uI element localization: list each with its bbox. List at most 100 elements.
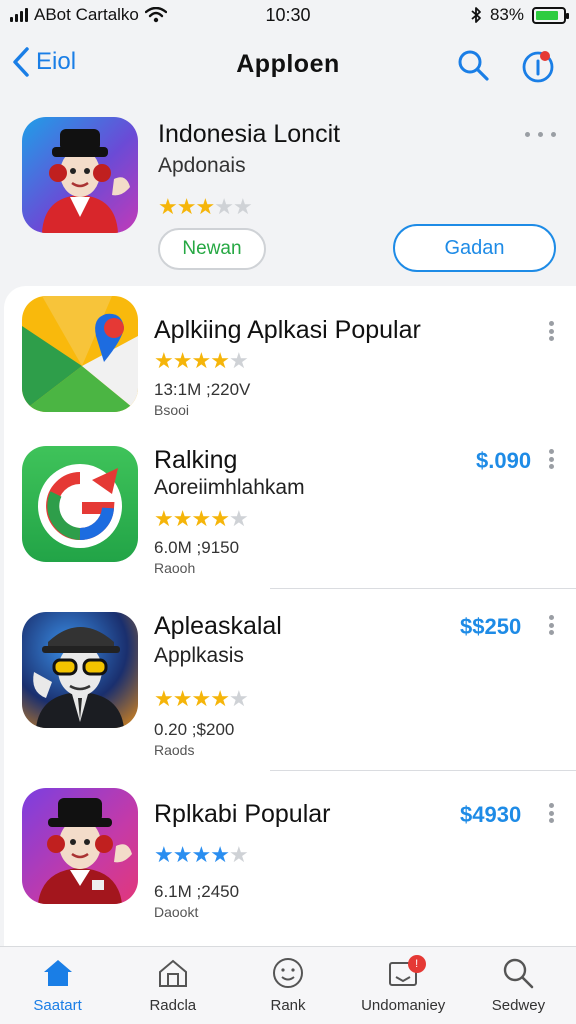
app-category: Raods — [154, 742, 195, 758]
app-stats: 0.20 ;$200 — [154, 720, 235, 739]
star-filled-icon: ★ — [191, 686, 211, 711]
list-item[interactable]: Apleaskalal Applkasis $$250 ★ ★ ★ ★ ★ 0.20 ;… — [4, 604, 576, 774]
tab-updates[interactable]: ! Undomaniey — [346, 947, 461, 1024]
app-subtitle: Aoreiimhlahkam — [154, 476, 305, 499]
smiley-icon — [273, 958, 303, 988]
app-price: $4930 — [460, 802, 522, 827]
star-filled-icon: ★ — [191, 348, 211, 373]
info-alert-icon[interactable] — [520, 48, 556, 84]
more-options-icon[interactable] — [544, 798, 558, 828]
star-filled-icon: ★ — [172, 686, 193, 711]
back-button[interactable]: Eiol — [12, 46, 76, 78]
search-icon[interactable] — [456, 48, 490, 82]
list-item[interactable]: Aplkiing Aplkasi Popular ★ ★ ★ ★ ★ 13:1M ;22… — [4, 286, 576, 426]
popular-apps-list: Aplkiing Aplkasi Popular ★ ★ ★ ★ ★ 13:1M ;22… — [4, 286, 576, 946]
tab-bar: Saatart Radcla Rank ! Undomaniey Sedwey — [0, 946, 576, 1024]
app-price: $$250 — [460, 614, 522, 639]
more-options-icon[interactable] — [544, 444, 558, 474]
star-empty-icon: ★ — [214, 194, 234, 219]
star-filled-icon: ★ — [172, 348, 193, 373]
rating-stars: ★ ★ ★ ★ ★ — [154, 506, 249, 531]
section-title: Aplkiing Aplkasi Popular — [154, 316, 421, 344]
star-filled-icon: ★ — [158, 194, 178, 219]
search-icon — [504, 958, 534, 989]
get-button[interactable]: Gadan — [393, 224, 556, 272]
star-empty-icon: ★ — [228, 842, 249, 867]
app-stats: 6.1M ;2450 — [154, 882, 240, 901]
status-left: ABot Cartalko — [10, 5, 167, 25]
tab-label: Undomaniey — [361, 997, 446, 1014]
app-category: Daookt — [154, 904, 199, 920]
list-item[interactable]: Ralking Aoreiimhlahkam $.090 ★ ★ ★ ★ ★ 6.0M … — [4, 436, 576, 586]
signal-icon — [10, 8, 28, 22]
chevron-left-icon — [13, 47, 29, 77]
app-category: Raooh — [154, 560, 196, 576]
tab-label: Radcla — [149, 997, 197, 1014]
star-empty-icon: ★ — [228, 348, 249, 373]
app-price: $.090 — [476, 448, 532, 473]
maps-app-icon — [22, 296, 138, 412]
app-stats: 6.0M ;9150 — [154, 538, 240, 557]
star-filled-icon: ★ — [210, 842, 230, 867]
rating-stars: ★ ★ ★ ★ ★ — [154, 842, 249, 867]
star-filled-icon: ★ — [154, 506, 174, 531]
featured-app-icon[interactable] — [22, 117, 138, 233]
app-title: Rplkabi Popular — [154, 800, 331, 828]
app-title: Ralking — [154, 446, 238, 474]
ralking-app-icon — [22, 446, 138, 562]
nav-bar: Eiol Apploen — [0, 36, 576, 94]
character-icon — [38, 798, 132, 904]
star-empty-icon: ★ — [228, 686, 249, 711]
star-filled-icon: ★ — [210, 686, 230, 711]
battery-icon — [532, 6, 569, 24]
star-filled-icon: ★ — [191, 506, 211, 531]
star-empty-icon: ★ — [228, 506, 249, 531]
star-empty-icon: ★ — [232, 194, 253, 219]
list-item[interactable]: Rplkabi Popular $4930 ★ ★ ★ ★ ★ 6.1M ;2450 D… — [4, 784, 576, 944]
more-options-icon[interactable] — [544, 316, 558, 346]
star-filled-icon: ★ — [191, 842, 211, 867]
star-filled-icon: ★ — [172, 506, 193, 531]
rating-stars: ★ ★ ★ ★ ★ — [154, 348, 249, 373]
carrier-label: ABot Cartalko — [34, 5, 139, 24]
tab-rank[interactable]: Rank — [230, 947, 345, 1024]
featured-app: Indonesia Loncit Apdonais ★ ★ ★ ★ ★ Newan Ga… — [0, 104, 576, 284]
app-category: Bsooi — [154, 402, 190, 418]
notification-badge: ! — [407, 955, 426, 973]
tab-label: Saatart — [33, 997, 82, 1014]
divider — [270, 588, 576, 589]
star-filled-icon: ★ — [154, 842, 174, 867]
app-title: Apleaskalal — [154, 612, 282, 640]
battery-fill — [536, 10, 558, 20]
more-options-icon[interactable] — [544, 610, 558, 640]
status-right: 83% — [470, 5, 569, 25]
agent-character-icon — [33, 627, 124, 728]
star-filled-icon: ★ — [154, 348, 174, 373]
app-subtitle: Applkasis — [154, 644, 244, 667]
character-icon — [42, 129, 130, 233]
wifi-icon — [144, 7, 167, 23]
apps-icon — [158, 959, 187, 987]
status-bar: ABot Cartalko 10:30 83% — [0, 0, 576, 30]
star-filled-icon: ★ — [172, 842, 193, 867]
featured-app-subtitle: Apdonais — [158, 154, 246, 177]
home-icon — [43, 960, 72, 986]
star-filled-icon: ★ — [210, 348, 230, 373]
tab-label: Rank — [270, 997, 306, 1014]
more-options-icon[interactable] — [525, 132, 556, 137]
star-filled-icon: ★ — [195, 194, 215, 219]
featured-rating-stars: ★ ★ ★ ★ ★ — [158, 194, 253, 219]
new-badge-button[interactable]: Newan — [158, 228, 266, 270]
battery-percent: 83% — [489, 5, 524, 24]
tab-home[interactable]: Saatart — [0, 947, 115, 1024]
back-label: Eiol — [36, 48, 77, 75]
star-filled-icon: ★ — [154, 686, 174, 711]
rplkabi-app-icon — [22, 788, 138, 904]
star-filled-icon: ★ — [176, 194, 197, 219]
apleaskalal-app-icon — [22, 612, 138, 728]
tab-search[interactable]: Sedwey — [461, 947, 576, 1024]
rating-stars: ★ ★ ★ ★ ★ — [154, 686, 249, 711]
featured-app-title: Indonesia Loncit — [158, 120, 341, 148]
google-g-icon — [38, 464, 122, 548]
tab-apps[interactable]: Radcla — [115, 947, 230, 1024]
